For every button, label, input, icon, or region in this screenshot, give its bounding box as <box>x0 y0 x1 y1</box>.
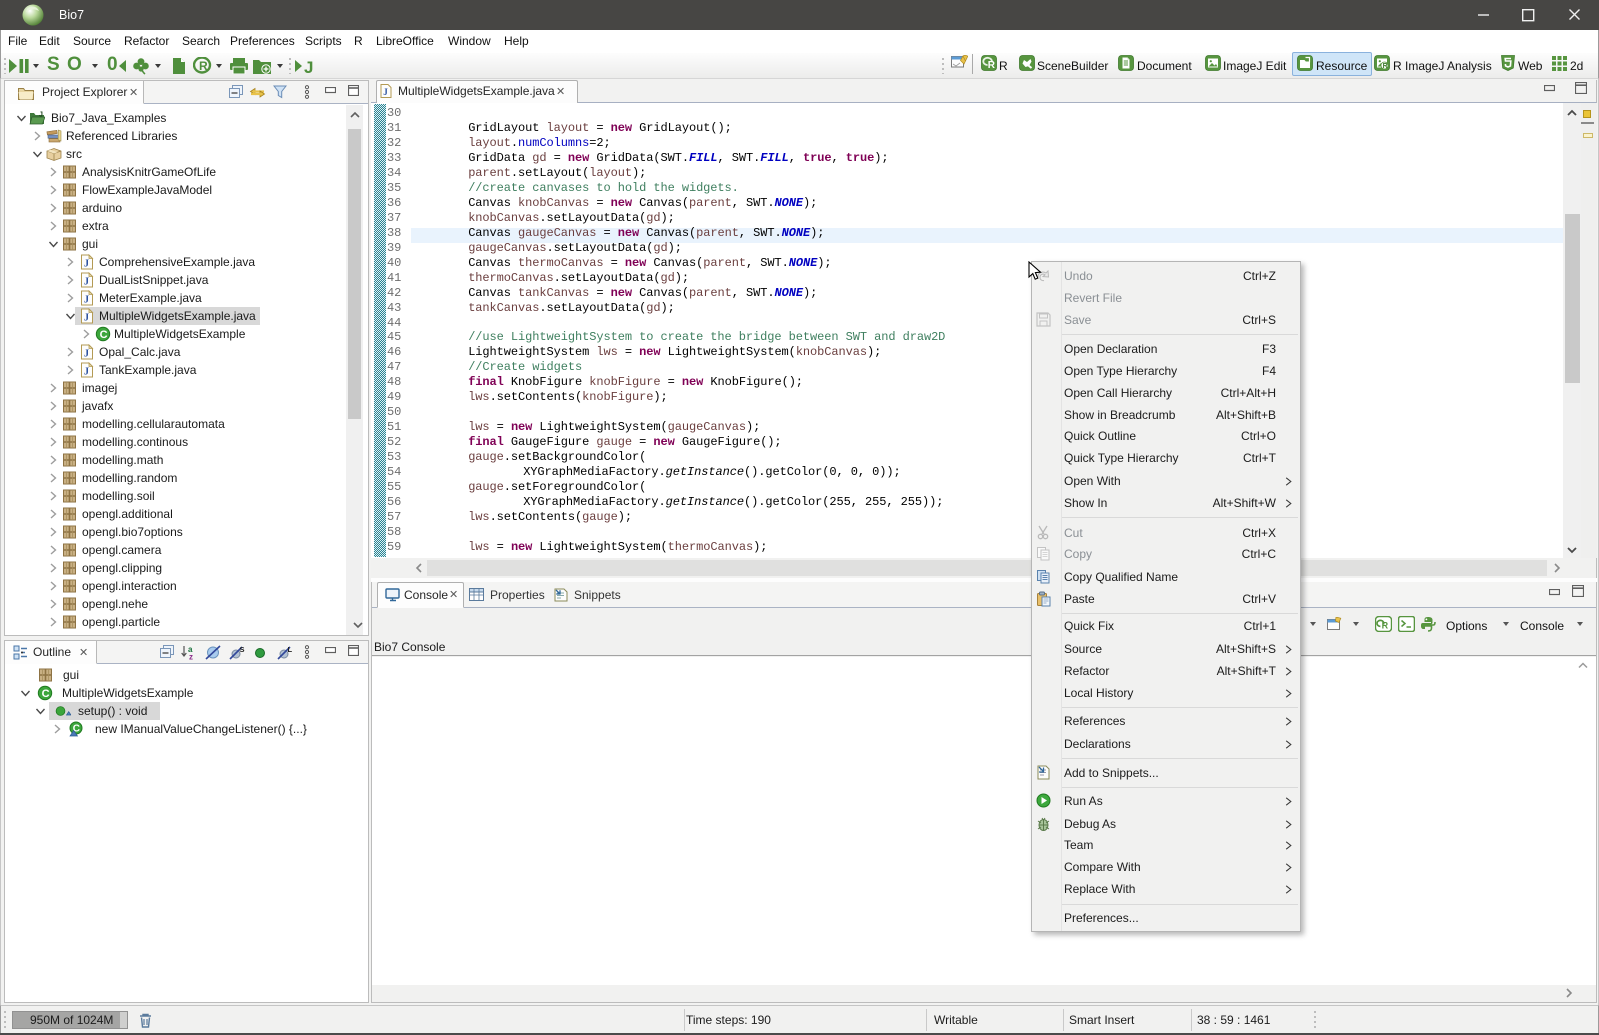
svg-text:J: J <box>304 58 313 75</box>
svg-text:S: S <box>240 645 245 654</box>
svg-text:J: J <box>383 87 388 97</box>
svg-text:z: z <box>189 653 193 661</box>
svg-text:C: C <box>42 688 50 700</box>
svg-text:J: J <box>84 295 89 306</box>
svg-text:C: C <box>100 329 108 341</box>
svg-text:J: J <box>84 313 89 324</box>
svg-text:J: J <box>84 367 89 378</box>
svg-text:J: J <box>84 259 89 270</box>
svg-text:R: R <box>1382 620 1389 630</box>
svg-text:J: J <box>84 349 89 360</box>
svg-text:J: J <box>39 112 43 119</box>
svg-text:J: J <box>84 277 89 288</box>
svg-text:R: R <box>199 59 208 73</box>
svg-text:R: R <box>988 60 996 71</box>
svg-text:L: L <box>288 645 293 654</box>
svg-text:R: R <box>1383 63 1388 70</box>
